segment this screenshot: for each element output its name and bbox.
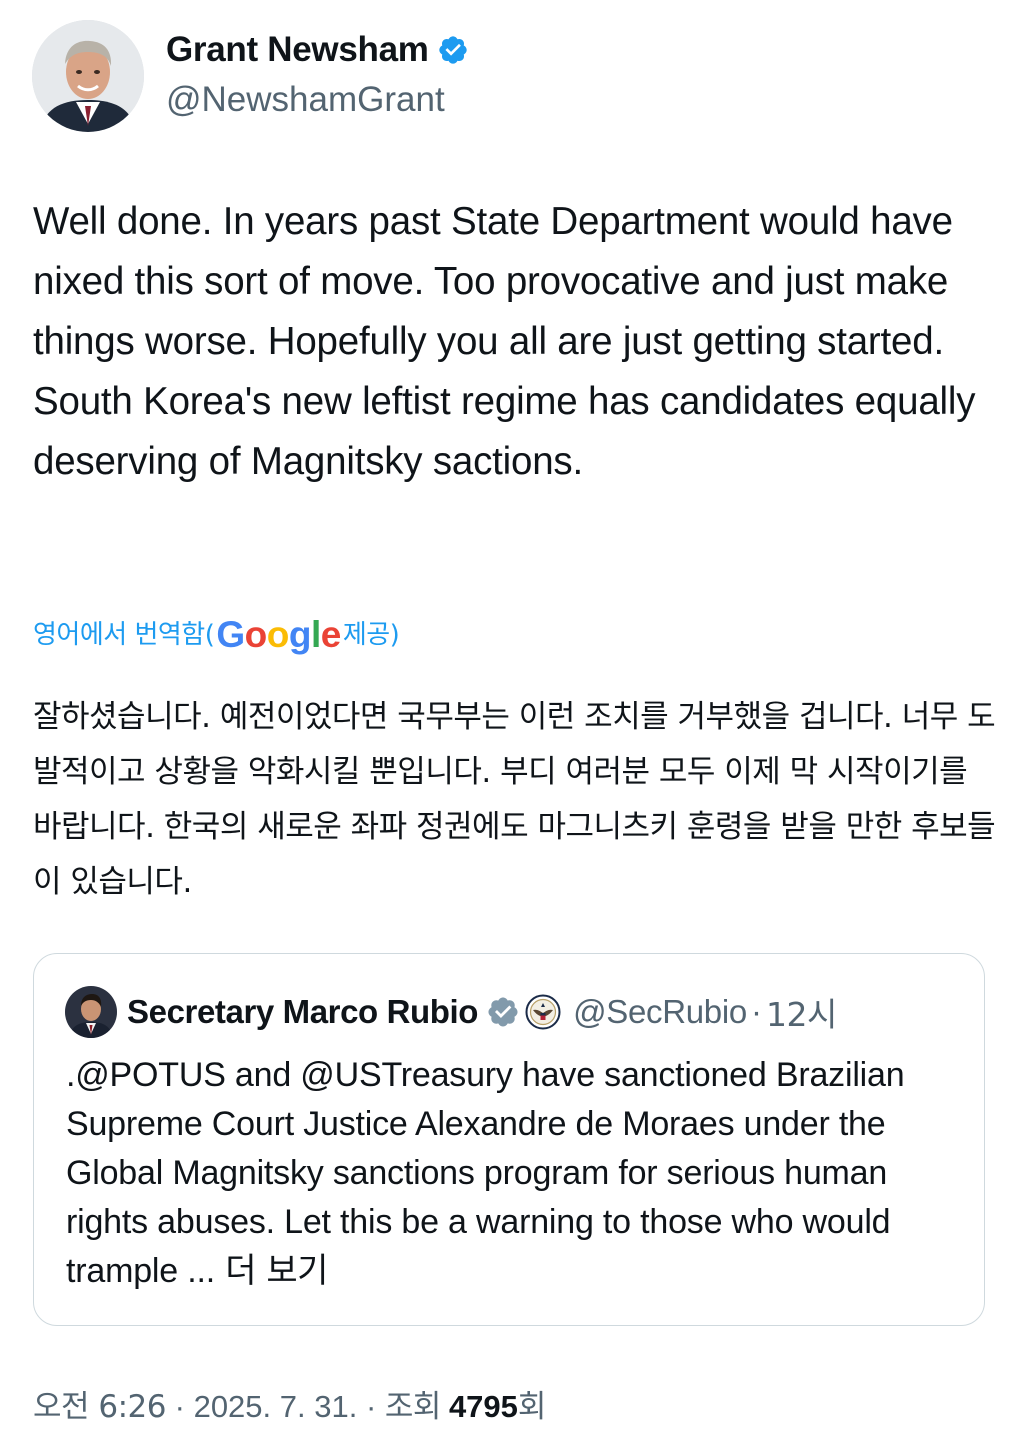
author-display-name[interactable]: Grant Newsham xyxy=(166,28,429,72)
google-letter: e xyxy=(320,614,342,655)
translation-attribution[interactable]: 영어에서 번역함( Google 제공) xyxy=(33,610,400,660)
google-letter: l xyxy=(310,614,321,655)
quoted-author-handle: @SecRubio xyxy=(573,993,747,1030)
dot-separator: · xyxy=(750,993,762,1030)
tweet-detail: Grant Newsham @NewshamGrant Well done. I… xyxy=(0,0,1030,1440)
quoted-tweet-card[interactable]: Secretary Marco Rubio @SecRubio · 12시 .@… xyxy=(33,953,985,1326)
tweet-metadata: 오전 6:26 · 2025. 7. 31. · 조회 4795 회 xyxy=(33,1385,546,1429)
verified-badge-icon[interactable] xyxy=(437,34,469,66)
translation-suffix: 제공) xyxy=(342,620,400,650)
google-letter: G xyxy=(216,614,245,655)
tweet-body-text: Well done. In years past State Departmen… xyxy=(33,200,976,483)
person-avatar-icon xyxy=(65,986,117,1038)
quoted-tweet-header: Secretary Marco Rubio @SecRubio · 12시 xyxy=(65,986,837,1038)
views-suffix: 회 xyxy=(517,1389,547,1425)
google-logo: Google xyxy=(216,610,342,660)
author-handle[interactable]: @NewshamGrant xyxy=(166,76,469,124)
quoted-author-name: Secretary Marco Rubio xyxy=(127,993,479,1030)
translation-prefix: 영어에서 번역함( xyxy=(33,620,215,650)
views-label: 조회 xyxy=(384,1389,442,1425)
tweet-time[interactable]: 오전 6:26 xyxy=(33,1385,167,1429)
gray-verified-badge-icon xyxy=(488,997,518,1027)
google-letter: o xyxy=(266,614,290,655)
author-names: Grant Newsham @NewshamGrant xyxy=(166,28,469,124)
dot-separator: · xyxy=(357,1389,385,1424)
dot-separator: · xyxy=(166,1389,194,1424)
translated-body-text: 잘하셨습니다. 예전이었다면 국무부는 이런 조치를 거부했을 겁니다. 너무 … xyxy=(33,699,996,900)
quoted-author-avatar xyxy=(65,986,117,1038)
quoted-tweet-text: .@POTUS and @USTreasury have sanctioned … xyxy=(66,1051,946,1296)
google-letter: o xyxy=(244,614,268,655)
state-department-seal-icon xyxy=(525,994,561,1030)
views-count[interactable]: 4795 xyxy=(449,1385,518,1429)
display-name-row: Grant Newsham xyxy=(166,28,469,72)
show-more-link[interactable]: 더 보기 xyxy=(215,1251,328,1291)
author-header: Grant Newsham @NewshamGrant xyxy=(32,20,469,132)
google-letter: g xyxy=(288,614,312,655)
quoted-tweet-time: 12시 xyxy=(765,995,837,1034)
tweet-date[interactable]: 2025. 7. 31. xyxy=(194,1385,358,1429)
author-avatar[interactable] xyxy=(32,20,144,132)
quoted-tweet-body: .@POTUS and @USTreasury have sanctioned … xyxy=(66,1056,905,1290)
person-avatar-icon xyxy=(32,20,144,132)
